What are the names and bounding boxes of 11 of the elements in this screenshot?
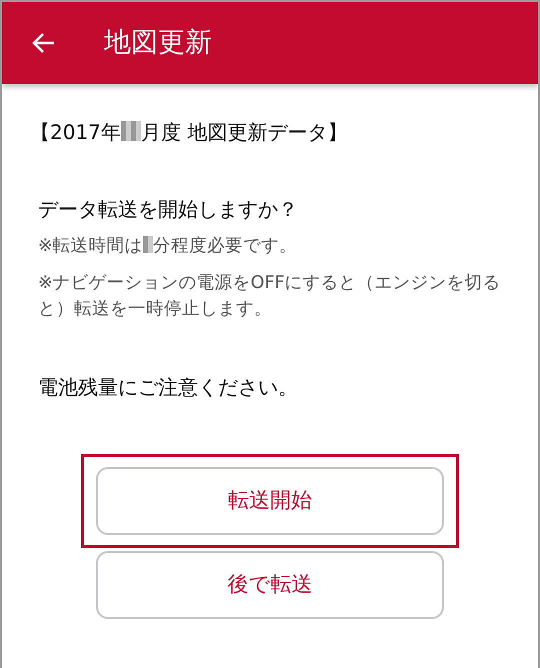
update-heading: 【2017年 月度 地図更新データ】 — [30, 119, 348, 146]
back-arrow-icon[interactable] — [32, 31, 56, 55]
start-transfer-button[interactable]: 転送開始 — [96, 467, 444, 536]
note-text: ※転送時間は 分程度必要です。 — [38, 234, 298, 258]
pixelated-block — [120, 121, 141, 141]
note-text: ※ナビゲーションの電源をOFFにすると（エンジンを切ると）転送を一時停止します。 — [38, 272, 502, 321]
question-text: データ転送を開始しますか？ — [38, 196, 299, 223]
battery-warning: 電池残量にご注意ください。 — [38, 374, 299, 402]
pixelated-block — [142, 236, 154, 253]
transfer-later-button[interactable]: 後で転送 — [96, 551, 444, 620]
screen-title: 地図更新 — [104, 26, 212, 60]
